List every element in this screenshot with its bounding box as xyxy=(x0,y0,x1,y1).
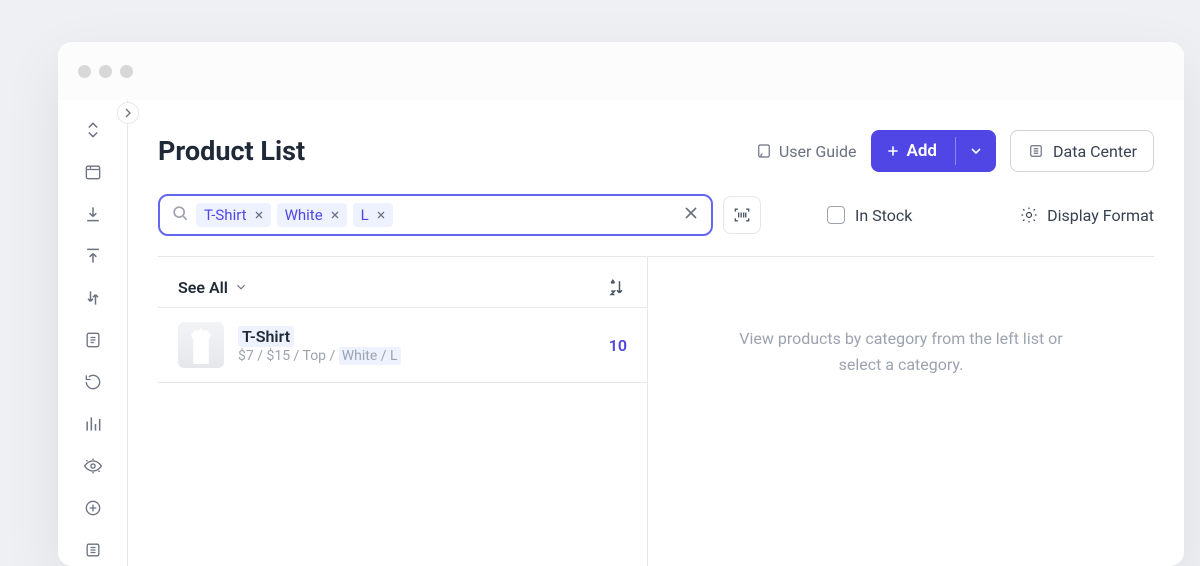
barcode-scan-button[interactable] xyxy=(723,196,761,234)
chip-remove[interactable] xyxy=(253,209,265,221)
document-icon[interactable] xyxy=(81,328,105,352)
checkbox-icon xyxy=(827,206,845,224)
chip-remove[interactable] xyxy=(375,209,387,221)
see-all-dropdown[interactable]: See All xyxy=(178,278,248,297)
product-meta-prefix: $7 / $15 / Top / xyxy=(238,348,339,364)
search-chip: L xyxy=(353,203,393,227)
sort-az-icon xyxy=(607,277,627,297)
chart-icon[interactable] xyxy=(81,412,105,436)
data-center-icon xyxy=(1027,142,1045,160)
search-clear-all[interactable] xyxy=(681,203,701,227)
empty-state-message: View products by category from the left … xyxy=(721,326,1081,377)
page-title: Product List xyxy=(158,135,305,167)
see-all-label: See All xyxy=(178,278,228,297)
product-thumbnail xyxy=(178,322,224,368)
download-icon[interactable] xyxy=(81,202,105,226)
product-list-pane: See All T-Shirt xyxy=(158,257,648,566)
display-format-label: Display Format xyxy=(1047,206,1154,225)
add-button-group: Add xyxy=(871,130,997,172)
add-button[interactable]: Add xyxy=(871,141,956,161)
sidebar-toggle[interactable] xyxy=(117,102,139,124)
gear-icon xyxy=(1019,205,1039,225)
sort-button[interactable] xyxy=(607,277,627,297)
add-dropdown-toggle[interactable] xyxy=(956,143,996,159)
product-row[interactable]: T-Shirt $7 / $15 / Top / White / L 10 xyxy=(158,307,647,383)
user-guide-link[interactable]: User Guide xyxy=(755,142,857,161)
chevron-down-icon xyxy=(234,280,248,294)
search-input[interactable]: T-Shirt White L xyxy=(158,194,713,236)
product-name: T-Shirt xyxy=(238,326,294,347)
chevron-down-icon xyxy=(968,143,984,159)
upload-icon[interactable] xyxy=(81,244,105,268)
in-stock-filter[interactable]: In Stock xyxy=(827,206,912,225)
visibility-icon[interactable] xyxy=(81,454,105,478)
window-dot xyxy=(99,65,112,78)
collapse-expand-icon[interactable] xyxy=(81,118,105,142)
search-chip-label: White xyxy=(285,206,323,224)
transfer-icon[interactable] xyxy=(81,286,105,310)
list-icon[interactable] xyxy=(81,538,105,562)
product-count: 10 xyxy=(609,336,627,355)
search-chip: T-Shirt xyxy=(196,203,271,227)
product-meta: $7 / $15 / Top / White / L xyxy=(238,348,401,364)
sidebar-rail xyxy=(58,100,128,566)
search-chip-label: T-Shirt xyxy=(204,206,247,224)
search-chip: White xyxy=(277,203,347,227)
detail-pane: View products by category from the left … xyxy=(648,257,1154,566)
window-titlebar xyxy=(58,42,1184,100)
window-dot xyxy=(120,65,133,78)
package-icon[interactable] xyxy=(81,160,105,184)
display-format-button[interactable]: Display Format xyxy=(1019,205,1154,225)
product-info: T-Shirt $7 / $15 / Top / White / L xyxy=(238,327,401,364)
app-window: Product List User Guide Add xyxy=(58,42,1184,566)
plus-icon xyxy=(885,143,901,159)
history-icon[interactable] xyxy=(81,370,105,394)
in-stock-label: In Stock xyxy=(855,206,912,225)
add-button-label: Add xyxy=(907,141,938,161)
main-area: Product List User Guide Add xyxy=(128,100,1184,566)
search-chip-label: L xyxy=(361,206,369,224)
data-center-button[interactable]: Data Center xyxy=(1010,130,1154,172)
product-meta-highlight: White / L xyxy=(339,347,401,365)
chip-remove[interactable] xyxy=(329,209,341,221)
user-guide-label: User Guide xyxy=(779,142,857,161)
data-center-label: Data Center xyxy=(1053,142,1137,161)
add-circle-icon[interactable] xyxy=(81,496,105,520)
window-dot xyxy=(78,65,91,78)
search-icon xyxy=(170,203,190,227)
